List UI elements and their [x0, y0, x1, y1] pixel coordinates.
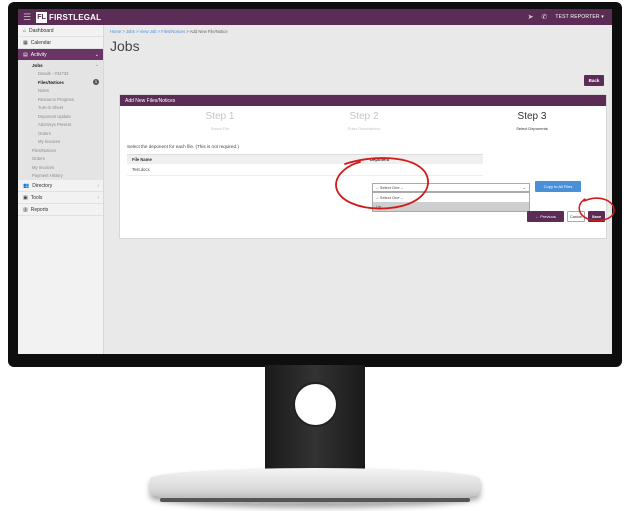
- sidebar-subitem-my-invoices[interactable]: My Invoices: [18, 138, 103, 147]
- monitor-stand-base: [150, 468, 480, 504]
- user-menu[interactable]: TEST REPORTER ▾: [555, 14, 604, 20]
- chevron-down-icon: ⌄: [94, 62, 99, 69]
- dropdown-option-select-one[interactable]: -- Select One --: [373, 193, 529, 202]
- sidebar-item-payment-history[interactable]: Payment History: [18, 172, 103, 181]
- save-button[interactable]: Save: [588, 211, 605, 222]
- cancel-button[interactable]: Cancel: [567, 211, 585, 222]
- sidebar-item-calendar[interactable]: ▦ Calendar: [18, 37, 103, 49]
- step-3: Step 3 Select Deponents: [472, 111, 592, 131]
- sidebar-item-label: Activity: [30, 51, 47, 58]
- sidebar-item-files-notices[interactable]: Files/Notices: [18, 146, 103, 155]
- step-title: Step 2: [349, 111, 379, 122]
- column-deponent: Deponent: [370, 157, 390, 162]
- sidebar-item-label: Dashboard: [29, 27, 54, 34]
- location-arrow-icon[interactable]: ➤: [528, 13, 534, 21]
- sidebar-item-activity[interactable]: ▤ Activity ⌄: [18, 49, 103, 61]
- step-subtitle: Enter Descriptions: [347, 126, 381, 131]
- monitor-bezel: ☰ FL FIRSTLEGAL ➤ ✆ TEST REPORTER ▾ ⌂ Da…: [8, 2, 622, 367]
- screen: ☰ FL FIRSTLEGAL ➤ ✆ TEST REPORTER ▾ ⌂ Da…: [18, 9, 612, 354]
- breadcrumb-links[interactable]: Home > Jobs > View Job > Files/Notices: [110, 29, 185, 34]
- column-file-name: File Name: [132, 157, 152, 162]
- sidebar-item-reports[interactable]: ▥ Reports: [18, 204, 103, 216]
- calendar-icon: ▦: [23, 39, 28, 46]
- page-title: Jobs: [110, 38, 140, 54]
- logo-mark: FL: [36, 11, 47, 23]
- dropdown-option-jm[interactable]: j.m: [373, 202, 529, 211]
- home-icon: ⌂: [23, 27, 27, 34]
- sidebar-item-orders[interactable]: Orders: [18, 155, 103, 164]
- activity-icon: ▤: [23, 51, 28, 58]
- sidebar-subitem-notes[interactable]: Notes: [18, 87, 103, 96]
- logo[interactable]: FL FIRSTLEGAL: [36, 11, 102, 23]
- sidebar-item-dashboard[interactable]: ⌂ Dashboard: [18, 25, 103, 37]
- step-title: Step 1: [205, 111, 235, 122]
- phone-icon[interactable]: ✆: [541, 13, 547, 21]
- chevron-right-icon: ›: [97, 182, 99, 189]
- deponent-dropdown: -- Select One -- j.m: [372, 192, 530, 212]
- step-subtitle: Select Deponents: [516, 126, 548, 131]
- sidebar-item-label: Directory: [32, 182, 53, 189]
- tools-icon: ▣: [23, 194, 28, 201]
- top-bar: ☰ FL FIRSTLEGAL ➤ ✆ TEST REPORTER ▾: [18, 9, 612, 25]
- sidebar-subitem-resource-progress[interactable]: Resource Progress: [18, 95, 103, 104]
- users-icon: 👥: [23, 182, 30, 189]
- step-subtitle: Select File: [210, 126, 230, 131]
- panel-header: Add New Files/Notices: [120, 95, 606, 106]
- sidebar: ⌂ Dashboard ▦ Calendar ▤ Activity ⌄ Jobs…: [18, 25, 104, 354]
- deponent-select[interactable]: -- Select One -- ⌄: [372, 183, 530, 192]
- count-badge: 1: [93, 79, 99, 86]
- step-title: Step 3: [517, 111, 547, 122]
- select-value: -- Select One --: [376, 185, 404, 190]
- table-row: Test.docx: [127, 164, 483, 176]
- previous-button[interactable]: ← Previous: [527, 211, 564, 222]
- stand-cable-hole: [293, 382, 338, 427]
- sidebar-subitem-details[interactable]: Details - #34733: [18, 70, 103, 79]
- sidebar-item-jobs[interactable]: Jobs ⌄: [18, 61, 103, 70]
- main-content: Home > Jobs > View Job > Files/Notices >…: [104, 25, 612, 354]
- step-2: Step 2 Enter Descriptions: [304, 111, 424, 131]
- sidebar-item-directory[interactable]: 👥 Directory ›: [18, 180, 103, 192]
- hamburger-icon[interactable]: ☰: [18, 9, 36, 25]
- sidebar-subitem-files-notices[interactable]: Files/Notices 1: [18, 78, 103, 87]
- logo-text: FIRSTLEGAL: [49, 12, 102, 22]
- instructions-text: Select the deponent for each file. (This…: [127, 144, 239, 149]
- add-files-panel: Add New Files/Notices Step 1 Select File…: [119, 94, 607, 239]
- sidebar-item-label: Reports: [30, 206, 49, 213]
- wizard-steps: Step 1 Select File Step 2 Enter Descript…: [120, 111, 606, 135]
- back-button[interactable]: Back: [584, 75, 604, 86]
- sidebar-item-my-invoices[interactable]: My Invoices: [18, 163, 103, 172]
- sidebar-item-tools[interactable]: ▣ Tools ›: [18, 192, 103, 204]
- chevron-down-icon: ⌄: [94, 51, 99, 58]
- sidebar-subitem-orders[interactable]: Orders: [18, 129, 103, 138]
- sidebar-item-label: Tools: [30, 194, 43, 201]
- step-1: Step 1 Select File: [160, 111, 280, 131]
- bar-chart-icon: ▥: [23, 206, 28, 213]
- file-name-cell: Test.docx: [132, 167, 150, 172]
- table-header: File Name Deponent: [127, 155, 483, 164]
- activity-submenu: Jobs ⌄ Details - #34733 Files/Notices 1 …: [18, 61, 103, 180]
- sidebar-item-label: Calendar: [30, 39, 52, 46]
- chevron-down-icon: ⌄: [522, 185, 526, 190]
- sidebar-item-label: Jobs: [32, 62, 43, 68]
- deponent-table: File Name Deponent Test.docx: [127, 154, 483, 176]
- breadcrumb: Home > Jobs > View Job > Files/Notices >…: [110, 29, 228, 34]
- sidebar-item-label: Files/Notices: [38, 79, 64, 85]
- copy-to-all-files-button[interactable]: Copy to All Files: [535, 181, 581, 192]
- sidebar-subitem-turn-in-sheet[interactable]: Turn-in Sheet: [18, 104, 103, 113]
- sidebar-subitem-attorneys-present[interactable]: Attorneys Present: [18, 121, 103, 130]
- chevron-right-icon: ›: [97, 194, 99, 201]
- sidebar-subitem-deponent-update[interactable]: Deponent Update: [18, 112, 103, 121]
- breadcrumb-current: > Add New File/Notice: [185, 29, 228, 34]
